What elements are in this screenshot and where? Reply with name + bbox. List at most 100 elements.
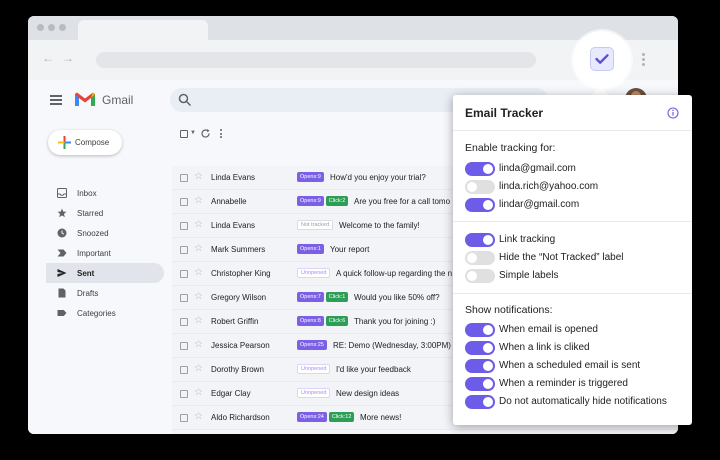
row-checkbox[interactable] [180,198,188,206]
sidebar-item-inbox[interactable]: Inbox [46,183,164,203]
star-icon[interactable]: ☆ [194,171,203,183]
menu-icon[interactable] [50,95,62,105]
window-dot-minimize[interactable] [48,24,55,31]
click-badge: Click:6 [325,316,349,326]
email-subject: Are you free for a call tomo [354,197,451,206]
sidebar-item-starred[interactable]: Starred [46,203,164,223]
star-icon[interactable]: ☆ [194,339,203,351]
opens-badge: Opens:9 [297,196,324,206]
window-dot-maximize[interactable] [59,24,66,31]
email-subject: How'd you enjoy your trial? [330,173,426,182]
toggle-knob [467,182,477,192]
sidebar-item-categories[interactable]: Categories [46,303,164,323]
info-icon[interactable] [667,107,679,119]
toggle-switch[interactable] [465,395,495,409]
row-checkbox[interactable] [180,390,188,398]
url-input[interactable] [96,52,536,68]
draft-icon [57,288,67,298]
forward-arrow-icon[interactable]: → [62,52,74,64]
toggle-knob [467,253,477,263]
toggle-switch[interactable] [465,233,495,247]
star-icon[interactable]: ☆ [194,315,203,327]
browser-menu-icon[interactable] [642,53,646,67]
toggle-knob [483,379,493,389]
divider [453,221,692,222]
tracking-badges: Not tracked [297,220,335,231]
email-subject: Your report [330,245,370,254]
status-badge: Unopened [297,268,331,278]
toggle-row: Do not automatically hide notifications [465,395,685,409]
toggle-knob [483,200,493,210]
row-checkbox[interactable] [180,222,188,230]
star-icon[interactable]: ☆ [194,243,203,255]
email-subject: A quick follow-up regarding the n [336,269,453,278]
row-checkbox[interactable] [180,342,188,350]
email-subject: More news! [360,413,402,422]
back-arrow-icon[interactable]: ← [42,52,54,64]
star-icon[interactable]: ☆ [194,411,203,423]
star-icon[interactable]: ☆ [194,219,203,231]
toggle-row: Hide the “Not Tracked” label [465,251,685,265]
row-checkbox[interactable] [180,414,188,422]
toggle-row: When email is opened [465,323,685,337]
tracking-badges: Opens:1 [297,244,326,255]
tracking-badges: Unopened [297,388,332,399]
refresh-icon[interactable] [200,128,211,139]
row-checkbox[interactable] [180,318,188,326]
toggle-knob [483,397,493,407]
label-icon [57,308,67,318]
star-icon[interactable]: ☆ [194,291,203,303]
click-badge: Click:12 [328,412,355,422]
tracking-badges: Unopened [297,364,332,375]
tab-bar [28,16,678,40]
toggle-switch[interactable] [465,251,495,265]
star-icon[interactable]: ☆ [194,387,203,399]
toggle-switch[interactable] [465,269,495,283]
browser-tab[interactable] [78,20,208,40]
toggle-switch[interactable] [465,180,495,194]
toggle-switch[interactable] [465,198,495,212]
toggle-knob [483,235,493,245]
email-sender: Robert Griffin [211,317,259,326]
sidebar-item-label: Drafts [77,289,99,298]
row-checkbox[interactable] [180,294,188,302]
chevron-down-icon[interactable]: ▼ [190,130,196,136]
more-options-icon[interactable] [220,129,223,140]
toggle-switch[interactable] [465,323,495,337]
opens-badge: Opens:7 [297,292,324,302]
row-checkbox[interactable] [180,366,188,374]
row-checkbox[interactable] [180,174,188,182]
select-all-checkbox[interactable] [180,130,188,138]
compose-button[interactable]: Compose [48,130,122,155]
page-bottom [28,434,678,460]
toggle-switch[interactable] [465,341,495,355]
toggle-label: Link tracking [499,234,556,245]
toggle-switch[interactable] [465,162,495,176]
email-sender: Linda Evans [211,173,256,182]
row-checkbox[interactable] [180,246,188,254]
row-checkbox[interactable] [180,270,188,278]
star-icon[interactable]: ☆ [194,267,203,279]
search-icon[interactable] [178,93,192,107]
tracking-section-title: Enable tracking for: [465,142,556,154]
toggle-switch[interactable] [465,359,495,373]
toggle-label: When email is opened [499,324,598,335]
sidebar-item-label: Categories [77,309,116,318]
sidebar-item-sent[interactable]: Sent [46,263,164,283]
toggle-label: lindar@gmail.com [499,199,580,210]
email-subject: Thank you for joining :) [354,317,436,326]
sidebar-item-drafts[interactable]: Drafts [46,283,164,303]
toggle-knob [483,343,493,353]
toggle-switch[interactable] [465,377,495,391]
sidebar-item-snoozed[interactable]: Snoozed [46,223,164,243]
star-icon[interactable]: ☆ [194,363,203,375]
toggle-row: When a link is cliked [465,341,685,355]
star-icon[interactable]: ☆ [194,195,203,207]
email-subject: I'd like your feedback [336,365,411,374]
click-badge: Click:2 [325,196,349,206]
opens-badge: Opens:1 [297,244,324,254]
sidebar-item-important[interactable]: Important [46,243,164,263]
window-dot-close[interactable] [37,24,44,31]
sidebar: Compose Inbox Starred Snoozed Important Sent… [28,120,172,434]
email-tracker-extension-icon[interactable] [590,47,614,71]
